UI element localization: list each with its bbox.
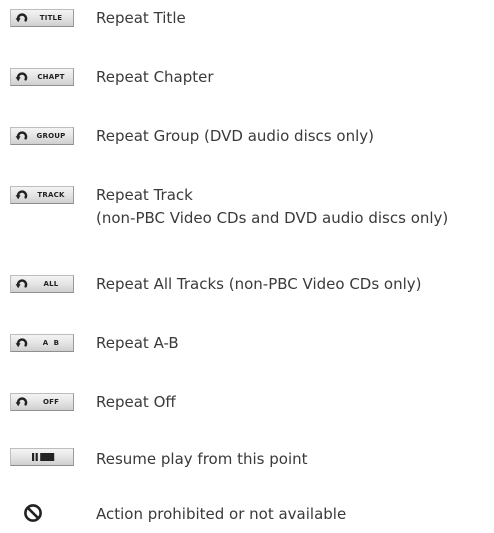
badge-text: TRACK	[37, 191, 65, 199]
legend-label: Repeat Off	[96, 393, 176, 411]
prohibited-icon	[24, 504, 42, 522]
badge-text: A B	[42, 339, 60, 347]
repeat-off-badge: OFF	[8, 391, 78, 413]
legend-label: Repeat Chapter	[96, 68, 214, 86]
legend-label: Resume play from this point	[96, 450, 308, 468]
repeat-chapter-badge: CHAPT	[8, 66, 78, 88]
legend-label: Repeat Group (DVD audio discs only)	[96, 127, 374, 145]
repeat-icon	[15, 279, 28, 289]
pause-bars-icon	[32, 453, 55, 461]
repeat-icon	[15, 338, 28, 348]
badge-text: CHAPT	[37, 73, 65, 81]
badge-text: ALL	[43, 280, 59, 288]
repeat-icon	[15, 13, 28, 23]
repeat-icon	[15, 190, 28, 200]
legend-label: Action prohibited or not available	[96, 505, 347, 523]
repeat-all-badge: ALL	[8, 273, 78, 295]
repeat-title-badge: TITLE	[8, 7, 78, 29]
repeat-ab-badge: A B	[8, 332, 78, 354]
legend-label: Repeat Track (non-PBC Video CDs and DVD …	[96, 186, 449, 227]
repeat-icon	[15, 72, 28, 82]
resume-play-badge	[8, 448, 78, 470]
repeat-icon	[15, 397, 28, 407]
repeat-group-badge: GROUP	[8, 125, 78, 147]
repeat-track-badge: TRACK	[8, 184, 78, 206]
repeat-icon	[15, 131, 28, 141]
legend-label: Repeat All Tracks (non-PBC Video CDs onl…	[96, 275, 422, 293]
badge-text: GROUP	[36, 132, 66, 140]
legend-label: Repeat Title	[96, 9, 186, 27]
legend-label: Repeat A-B	[96, 334, 179, 352]
badge-text: TITLE	[39, 14, 63, 22]
badge-text: OFF	[42, 398, 60, 406]
icon-legend: TITLE Repeat Title CHAPT Repeat Chapter	[0, 0, 494, 533]
